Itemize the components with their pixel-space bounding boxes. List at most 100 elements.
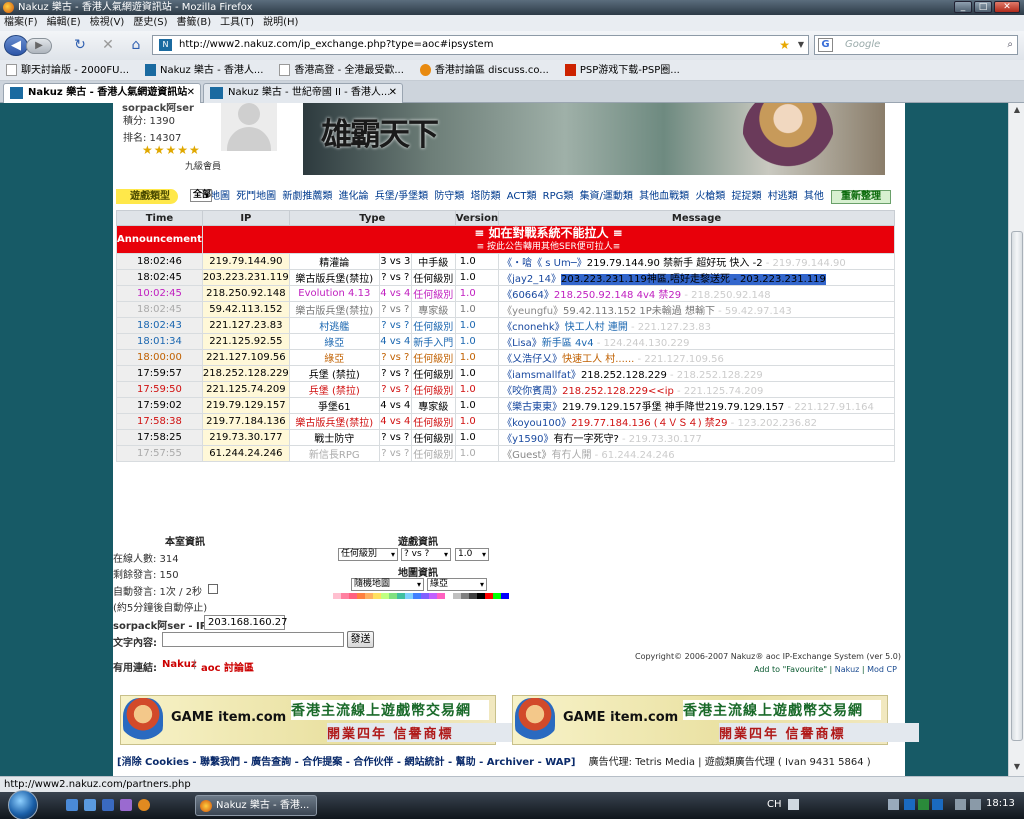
bookmark-item[interactable]: PSP游戏下载-PSP圈... (564, 60, 680, 80)
palette-swatch[interactable] (445, 593, 453, 599)
category-item[interactable]: 兵堡/爭堡類 (375, 191, 428, 202)
table-row[interactable]: 17:59:57 218.252.128.229 兵堡 (禁拉)? vs ? 任何級別… (116, 365, 895, 382)
category-item[interactable]: 新劇推薦類 (282, 191, 332, 202)
menu-tools[interactable]: 工具(T) (220, 15, 254, 31)
table-row[interactable]: 17:58:25 219.73.30.177 戰士防守? vs ? 任何級別 1.0 《y… (116, 429, 895, 446)
bookmark-item[interactable]: 香港討論區 discuss.co... (419, 60, 549, 80)
ime-icon[interactable] (788, 799, 799, 810)
palette-swatch[interactable] (397, 593, 405, 599)
close-tab-icon[interactable]: ✕ (187, 84, 195, 102)
table-row[interactable]: 17:59:50 221.125.74.209 兵堡 (禁拉)? vs ? 任何級別 1… (116, 381, 895, 398)
ad-banner-left[interactable]: GAME item.com 香港主流線上遊戲幣交易網 開業四年 信譽商標 (120, 695, 527, 745)
switch-windows-icon[interactable] (84, 799, 96, 811)
back-button[interactable]: ◀ (4, 35, 28, 56)
menu-view[interactable]: 檢視(V) (90, 15, 125, 31)
tab-inactive[interactable]: Nakuz 樂古 - 世紀帝國 II - 香港人... ✕ (203, 83, 403, 103)
palette-swatch[interactable] (485, 593, 493, 599)
volume-icon[interactable] (970, 799, 981, 810)
row-ip[interactable]: 203.223.231.119 (201, 269, 290, 286)
row-user[interactable]: 《iamsmallfat》 (502, 370, 581, 381)
start-button[interactable] (8, 790, 38, 819)
footer-links[interactable]: [消除 Cookies - 聯繫我們 - 廣告查詢 - 合作提案 - 合作伙伴 … (117, 757, 575, 768)
row-ip[interactable]: 221.125.92.55 (201, 333, 290, 350)
close-window-button[interactable]: ✕ (994, 1, 1020, 13)
minimize-button[interactable]: _ (954, 1, 972, 13)
category-item[interactable]: 其他血戰類 (639, 191, 689, 202)
reload-icon[interactable]: ↻ (72, 37, 88, 53)
vs-select[interactable]: ? vs ? (401, 548, 451, 561)
table-row[interactable]: 18:00:00 221.127.109.56 綠亞? vs ? 任何級別 1.0 《乂浩… (116, 349, 895, 366)
row-ip[interactable]: 219.79.144.90 (201, 253, 290, 270)
row-user[interactable]: 《cnonehk》 (502, 322, 565, 333)
scroll-up-icon[interactable]: ▲ (1011, 105, 1023, 117)
language-indicator[interactable]: CH (767, 799, 782, 810)
row-ip[interactable]: 219.73.30.177 (201, 429, 290, 446)
scroll-down-icon[interactable]: ▼ (1011, 762, 1023, 774)
row-ip[interactable]: 219.79.129.157 (201, 397, 290, 414)
menu-file[interactable]: 檔案(F) (4, 15, 38, 31)
table-row[interactable]: 17:58:38 219.77.184.136 樂古版兵堡(禁拉) 4 vs 4 任何級… (116, 413, 895, 430)
map-sub-select[interactable]: 綠亞 (427, 578, 487, 591)
bookmark-star-icon[interactable]: ★ (779, 36, 790, 54)
row-user[interactable]: 《jay2_14》 (502, 274, 561, 285)
add-favourite-link[interactable]: Add to "Favourite" (754, 665, 827, 674)
palette-swatch[interactable] (389, 593, 397, 599)
menu-history[interactable]: 歷史(S) (133, 15, 167, 31)
nakuz-link[interactable]: Nakuz (835, 665, 860, 674)
search-icon[interactable]: ⌕ (1007, 36, 1013, 54)
palette-swatch[interactable] (333, 593, 341, 599)
palette-swatch[interactable] (501, 593, 509, 599)
category-item[interactable]: RPG類 (543, 191, 574, 202)
category-item[interactable]: 死鬥地圖 (236, 191, 276, 202)
palette-swatch[interactable] (477, 593, 485, 599)
stop-icon[interactable]: ✕ (100, 37, 116, 53)
palette-swatch[interactable] (405, 593, 413, 599)
category-item[interactable]: 集資/運動類 (580, 191, 633, 202)
level-select[interactable]: 任何級別 (338, 548, 398, 561)
table-row[interactable]: 18:02:46 219.79.144.90 精灌論 3 vs 3 中手級 1.0 《・嗆《… (116, 253, 895, 270)
home-icon[interactable]: ⌂ (128, 37, 144, 53)
link-nakuz[interactable]: Nakuz (162, 659, 197, 670)
palette-swatch[interactable] (381, 593, 389, 599)
palette-swatch[interactable] (373, 593, 381, 599)
row-user[interactable]: 《樂古東東》 (502, 402, 562, 413)
bookmark-item[interactable]: Nakuz 樂古 - 香港人... (145, 60, 263, 80)
category-item[interactable]: 塔防類 (471, 191, 501, 202)
row-user[interactable]: 《咬你賓周》 (502, 386, 562, 397)
palette-swatch[interactable] (437, 593, 445, 599)
link-aoc-forum[interactable]: aoc 討論區 (201, 659, 254, 674)
tray-icon[interactable] (904, 799, 915, 810)
taskbar-firefox-button[interactable]: Nakuz 樂古 - 香港... (195, 795, 317, 816)
palette-swatch[interactable] (349, 593, 357, 599)
table-row[interactable]: 18:02:45 203.223.231.119 樂古版兵堡(禁拉)? vs ? 任何… (116, 269, 895, 286)
category-all[interactable]: 全部 (190, 189, 213, 202)
category-item[interactable]: 進化論 (339, 191, 369, 202)
bookmark-item[interactable]: 聊天討論版 - 2000FU... (6, 60, 129, 80)
color-palette[interactable] (333, 593, 509, 599)
send-button[interactable]: 發送 (347, 631, 374, 648)
row-ip[interactable]: 218.252.128.229 (201, 365, 290, 382)
ad-banner-right[interactable]: GAME item.com 香港主流線上遊戲幣交易網 開業四年 信譽商標 (512, 695, 919, 745)
palette-swatch[interactable] (341, 593, 349, 599)
bookmark-item[interactable]: 香港高登 - 全港最受歡... (279, 60, 404, 80)
search-box[interactable]: G Google ⌕ (814, 35, 1018, 55)
refresh-button[interactable]: 重新整理 (831, 190, 891, 204)
table-row[interactable]: 18:02:45 59.42.113.152 樂古版兵堡(禁拉)? vs ? 專家級 1… (116, 301, 895, 318)
ip-field[interactable]: 203.168.160.27 (204, 615, 288, 630)
vertical-scrollbar[interactable]: ▲ ▼ (1008, 103, 1024, 776)
chevron-down-icon[interactable]: ▼ (798, 36, 804, 54)
category-item[interactable]: ACT類 (507, 191, 537, 202)
category-item[interactable]: 村逃類 (768, 191, 798, 202)
firefox-quicklaunch-icon[interactable] (138, 799, 150, 811)
row-user[interactable]: 《乂浩仔乂》 (502, 354, 562, 365)
menu-bookmarks[interactable]: 書籤(B) (177, 15, 212, 31)
row-ip[interactable]: 219.77.184.136 (201, 413, 290, 430)
row-user[interactable]: 《koyou100》 (502, 418, 571, 429)
tray-icon[interactable] (918, 799, 929, 810)
row-ip[interactable]: 221.125.74.209 (201, 381, 290, 398)
media-player-icon[interactable] (120, 799, 132, 811)
tab-active[interactable]: Nakuz 樂古 - 香港人氣網遊資訊站 ✕ (3, 83, 201, 103)
palette-swatch[interactable] (365, 593, 373, 599)
message-input[interactable] (162, 632, 344, 647)
announcement[interactable]: ≡ 如在對戰系統不能拉人 ≡ ≡ 按此公告轉用其他SER便可拉人≡ (201, 225, 896, 254)
